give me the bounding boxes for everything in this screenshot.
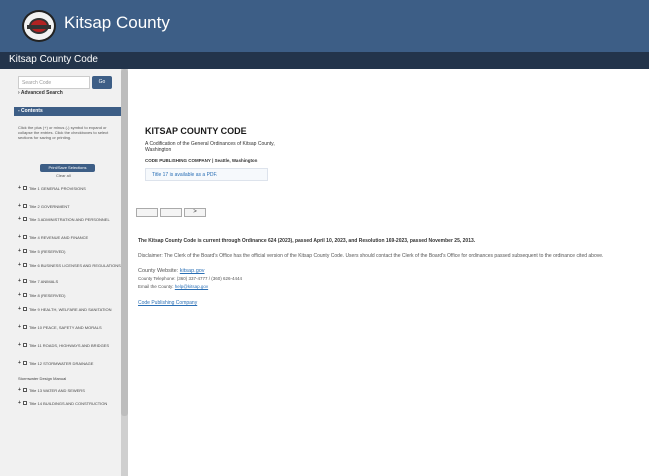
- contents-help-text: Click the plus (+) or minus (-) symbol t…: [18, 125, 109, 140]
- search-input[interactable]: Search Code: [18, 76, 90, 89]
- expand-plus-icon[interactable]: +: [18, 361, 21, 366]
- tree-checkbox[interactable]: [23, 235, 27, 239]
- pdf-notice-box: Title 17 is available as a PDF.: [145, 168, 268, 181]
- brand-name[interactable]: Kitsap County: [64, 13, 170, 33]
- tree-checkbox[interactable]: [23, 249, 27, 253]
- expand-plus-icon[interactable]: +: [18, 235, 21, 240]
- pager-first-button[interactable]: [136, 208, 158, 217]
- pager-next-button[interactable]: >: [184, 208, 206, 217]
- county-seal-logo[interactable]: [22, 10, 56, 42]
- county-website-line: County Website: kitsap.gov: [138, 268, 205, 274]
- tree-item-label[interactable]: Title 9 HEALTH, WELFARE AND SANITATION: [29, 307, 121, 312]
- tree-checkbox[interactable]: [23, 361, 27, 365]
- tree-item-label[interactable]: Title 3 ADMINISTRATION AND PERSONNEL: [29, 217, 121, 222]
- email-link[interactable]: help@kitsap.gov: [175, 284, 208, 289]
- tree-item-label[interactable]: Title 7 ANIMALS: [29, 279, 121, 284]
- site-title[interactable]: Kitsap County Code: [9, 54, 98, 65]
- tree-item-label[interactable]: Title 8 (RESERVED): [29, 293, 121, 298]
- code-publishing-link[interactable]: Code Publishing Company: [138, 300, 197, 306]
- expand-plus-icon[interactable]: +: [18, 249, 21, 254]
- seal-band: [27, 25, 51, 29]
- sidebar-scrollbar-thumb[interactable]: [121, 69, 128, 416]
- tree-checkbox[interactable]: [23, 217, 27, 221]
- county-website-label: County Website:: [138, 268, 179, 274]
- expand-plus-icon[interactable]: +: [18, 325, 21, 330]
- expand-plus-icon[interactable]: +: [18, 204, 21, 209]
- expand-plus-icon[interactable]: +: [18, 217, 21, 222]
- tree-checkbox[interactable]: [23, 325, 27, 329]
- tree-item-label[interactable]: Title 2 GOVERNMENT: [29, 204, 121, 209]
- expand-plus-icon[interactable]: +: [18, 186, 21, 191]
- tree-checkbox[interactable]: [23, 186, 27, 190]
- tree-item-label[interactable]: Title 13 WATER AND SEWERS: [29, 388, 121, 393]
- tree-item-label[interactable]: Title 10 PEACE, SAFETY AND MORALS: [29, 325, 121, 330]
- currency-statement: The Kitsap County Code is current throug…: [138, 238, 476, 244]
- certification-text: A Codification of the General Ordinances…: [145, 141, 275, 153]
- tree-checkbox[interactable]: [23, 307, 27, 311]
- tree-item-label[interactable]: Title 5 (RESERVED): [29, 249, 121, 254]
- expand-plus-icon[interactable]: +: [18, 401, 21, 406]
- expand-plus-icon[interactable]: +: [18, 293, 21, 298]
- tree-checkbox[interactable]: [23, 279, 27, 283]
- go-button[interactable]: Go: [92, 76, 112, 89]
- tree-checkbox[interactable]: [23, 293, 27, 297]
- expand-plus-icon[interactable]: +: [18, 279, 21, 284]
- sidebar: Search Code Go › Advanced Search - Conte…: [0, 69, 128, 476]
- tree-checkbox[interactable]: [23, 343, 27, 347]
- expand-plus-icon[interactable]: +: [18, 263, 21, 268]
- tree-item-label[interactable]: Title 14 BUILDINGS AND CONSTRUCTION: [29, 401, 121, 406]
- tree-item-label[interactable]: Title 4 REVENUE AND FINANCE: [29, 235, 121, 240]
- tree-item-label[interactable]: Stormwater Design Manual: [18, 376, 110, 381]
- tree-item-label[interactable]: Title 12 STORMWATER DRAINAGE: [29, 361, 121, 366]
- county-telephone: County Telephone: (360) 337-4777 / (360)…: [138, 276, 242, 281]
- print-save-button[interactable]: Print/Save Selections: [40, 164, 95, 172]
- tree-item-label[interactable]: Title 1 GENERAL PROVISIONS: [29, 186, 121, 191]
- tree-item-label[interactable]: Title 6 BUSINESS LICENSES AND REGULATION…: [29, 263, 121, 268]
- tree-checkbox[interactable]: [23, 204, 27, 208]
- expand-plus-icon[interactable]: +: [18, 307, 21, 312]
- clear-all-link[interactable]: Clear all: [56, 173, 71, 178]
- disclaimer-text: Disclaimer: The Clerk of the Board's Off…: [138, 253, 604, 259]
- contents-header[interactable]: - Contents: [14, 107, 121, 116]
- county-website-link[interactable]: kitsap.gov: [180, 268, 205, 274]
- expand-plus-icon[interactable]: +: [18, 388, 21, 393]
- expand-plus-icon[interactable]: +: [18, 343, 21, 348]
- page-title: KITSAP COUNTY CODE: [145, 126, 247, 136]
- advanced-search-link[interactable]: › Advanced Search: [18, 90, 63, 96]
- site-title-bar: Kitsap County Code: [0, 52, 649, 69]
- top-header: Kitsap County: [0, 0, 649, 52]
- email-label: Email the County:: [138, 284, 174, 289]
- pdf-notice-link[interactable]: Title 17 is available as a PDF.: [152, 172, 217, 178]
- email-line: Email the County: help@kitsap.gov: [138, 284, 208, 289]
- publisher-text: CODE PUBLISHING COMPANY | Seattle, Washi…: [145, 158, 258, 163]
- tree-checkbox[interactable]: [23, 388, 27, 392]
- tree-checkbox[interactable]: [23, 401, 27, 405]
- tree-checkbox[interactable]: [23, 263, 27, 267]
- tree-item-label[interactable]: Title 11 ROADS, HIGHWAYS AND BRIDGES: [29, 343, 121, 348]
- pager-prev-button[interactable]: [160, 208, 182, 217]
